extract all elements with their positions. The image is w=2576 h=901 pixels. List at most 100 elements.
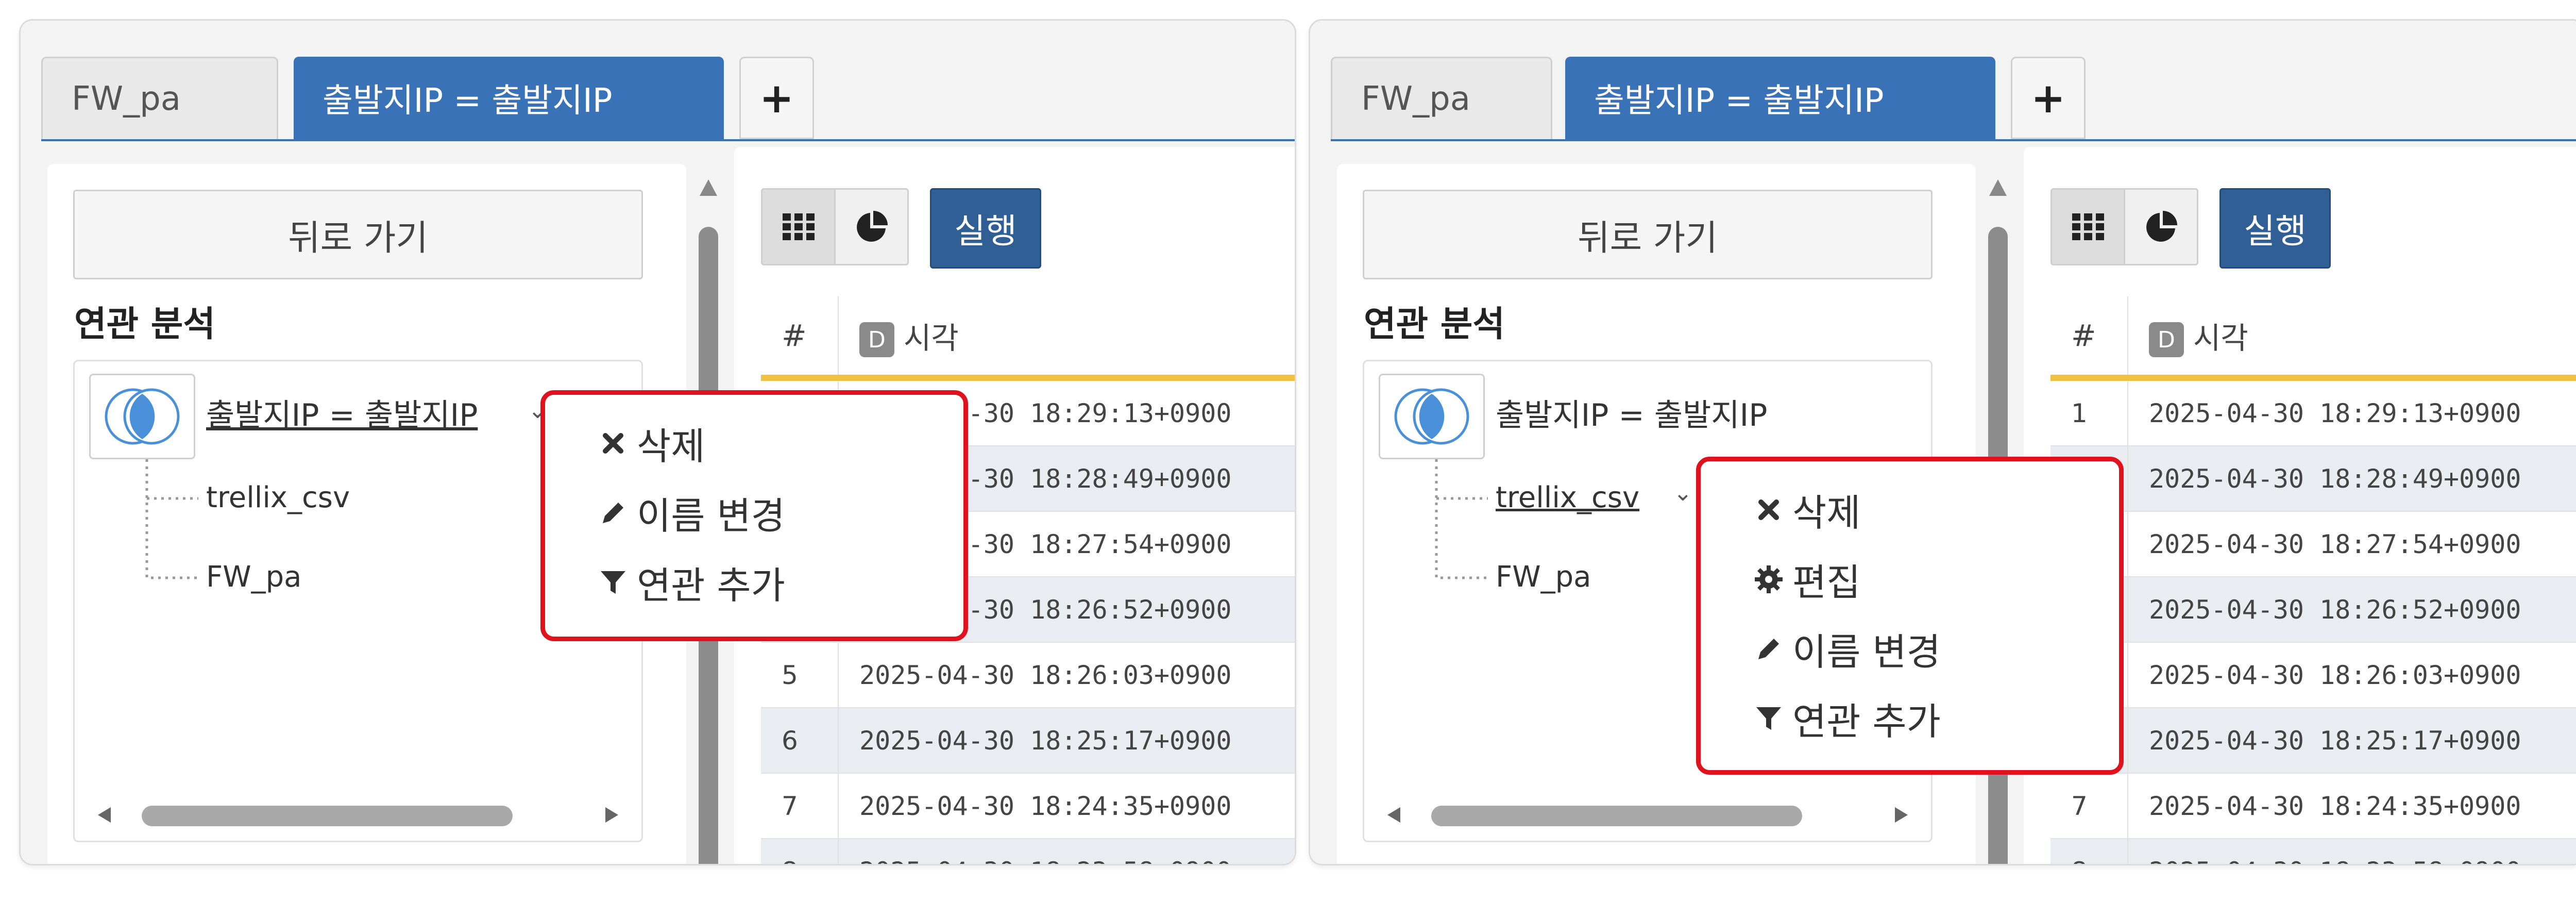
- table-row[interactable]: 12025-04-30 18:29:13+0900: [2050, 378, 2576, 446]
- correlation-panel-2: FW_pa 출발지IP = 출발지IP + 뒤로 가기 연관 분석 출발지IP …: [1309, 19, 2576, 865]
- tab-correlation[interactable]: 출발지IP = 출발지IP: [294, 57, 724, 139]
- grid-view-button[interactable]: [2050, 188, 2125, 265]
- menu-item-rename[interactable]: 이름 변경: [1701, 614, 2119, 683]
- back-button[interactable]: 뒤로 가기: [73, 190, 643, 279]
- filter-icon: [1752, 704, 1785, 733]
- tree-root-label[interactable]: 출발지IP = 출발지IP: [206, 390, 478, 435]
- scroll-right-icon[interactable]: [600, 805, 621, 825]
- scroll-right-icon[interactable]: [1890, 805, 1910, 825]
- table-row[interactable]: 62025-04-30 18:25:17+0900: [2050, 708, 2576, 774]
- section-title: 연관 분석: [1364, 304, 1505, 345]
- tab-fw-pa[interactable]: FW_pa: [41, 57, 278, 139]
- row-index: 1: [2050, 378, 2128, 446]
- row-index: 7: [2050, 773, 2128, 839]
- menu-item-edit[interactable]: 편집: [1701, 544, 2119, 614]
- run-button[interactable]: 실행: [930, 188, 1041, 269]
- chevron-down-icon[interactable]: ⌄: [1673, 480, 1692, 506]
- venn-icon[interactable]: [89, 374, 195, 459]
- table-row[interactable]: 52025-04-30 18:26:03+0900: [761, 642, 1295, 708]
- venn-icon[interactable]: [1379, 374, 1485, 459]
- gear-icon: [1752, 564, 1785, 594]
- column-header-time-label: 시각: [2193, 320, 2248, 356]
- chart-view-button[interactable]: [834, 188, 909, 265]
- pencil-icon: [597, 498, 630, 527]
- menu-item-delete[interactable]: 삭제: [1701, 475, 2119, 544]
- run-button[interactable]: 실행: [2219, 188, 2331, 269]
- row-time: 2025-04-30 18:26:03+0900: [838, 642, 1295, 708]
- tab-fw-pa[interactable]: FW_pa: [1331, 57, 1552, 139]
- tab-correlation[interactable]: 출발지IP = 출발지IP: [1565, 57, 1995, 139]
- row-time: 2025-04-30 18:24:35+0900: [838, 773, 1295, 839]
- menu-item-label: 이름 변경: [1792, 630, 1941, 674]
- scroll-thumb[interactable]: [142, 806, 513, 826]
- row-time: 2025-04-30 18:26:52+0900: [2128, 577, 2576, 643]
- scroll-thumb[interactable]: [1431, 806, 1802, 826]
- table-row[interactable]: 82025-04-30 18:23:58+0900: [761, 839, 1295, 864]
- menu-item-label: 연관 추가: [637, 564, 785, 607]
- context-menu: 삭제 편집 이름 변경 연관 추가: [1696, 457, 2124, 775]
- close-icon: [597, 430, 630, 456]
- date-type-badge: D: [859, 322, 894, 358]
- row-time: 2025-04-30 18:23:58+0900: [2128, 839, 2576, 864]
- add-tab-button[interactable]: +: [739, 57, 814, 139]
- scroll-up-icon[interactable]: [1986, 175, 2010, 201]
- menu-item-label: 삭제: [1792, 491, 1861, 535]
- row-index: 5: [761, 642, 839, 708]
- chart-view-button[interactable]: [2124, 188, 2198, 265]
- tree-connector: [145, 459, 198, 579]
- column-header-index[interactable]: #: [761, 296, 839, 381]
- horizontal-scrollbar[interactable]: [95, 799, 621, 830]
- tree-connector: [1435, 459, 1488, 579]
- menu-item-delete[interactable]: 삭제: [545, 408, 963, 478]
- menu-item-rename[interactable]: 이름 변경: [545, 478, 963, 547]
- row-time: 2025-04-30 18:25:17+0900: [838, 708, 1295, 774]
- menu-item-add-correlation[interactable]: 연관 추가: [545, 547, 963, 617]
- row-time: 2025-04-30 18:23:58+0900: [838, 839, 1295, 864]
- row-time: 2025-04-30 18:24:35+0900: [2128, 773, 2576, 839]
- pie-chart-icon: [2146, 211, 2177, 242]
- column-header-time[interactable]: D 시각: [2128, 296, 2576, 381]
- row-time: 2025-04-30 18:29:13+0900: [2128, 378, 2576, 446]
- table-row[interactable]: 42025-04-30 18:26:52+0900: [2050, 577, 2576, 643]
- scroll-up-icon[interactable]: [697, 175, 720, 201]
- menu-item-label: 편집: [1792, 561, 1861, 604]
- context-menu: 삭제 이름 변경 연관 추가: [540, 390, 968, 641]
- tab-underline: [1331, 139, 2576, 141]
- menu-item-label: 이름 변경: [637, 494, 785, 538]
- column-header-time[interactable]: D 시각: [838, 296, 1295, 381]
- grid-icon: [2072, 213, 2104, 240]
- horizontal-scrollbar[interactable]: [1385, 799, 1910, 830]
- row-time: 2025-04-30 18:27:54+0900: [2128, 511, 2576, 577]
- result-table: # D시각 12025-04-30 18:29:13+0900 22025-04…: [2050, 296, 2576, 864]
- scroll-left-icon[interactable]: [1385, 805, 1405, 825]
- add-tab-button[interactable]: +: [2011, 57, 2086, 139]
- table-row[interactable]: 32025-04-30 18:27:54+0900: [2050, 511, 2576, 577]
- row-index: 8: [2050, 839, 2128, 864]
- table-row[interactable]: 7 2025-04-30 18:24:35+0900: [2050, 773, 2576, 839]
- scroll-left-icon[interactable]: [95, 805, 116, 825]
- tab-bar: FW_pa 출발지IP = 출발지IP +: [1310, 37, 2576, 140]
- table-row[interactable]: 62025-04-30 18:25:17+0900: [761, 708, 1295, 774]
- tree-child-trellix[interactable]: trellix_csv: [1496, 481, 1639, 514]
- table-row[interactable]: 52025-04-30 18:26:03+0900: [2050, 642, 2576, 708]
- table-row[interactable]: 22025-04-30 18:28:49+0900: [2050, 446, 2576, 512]
- menu-item-add-correlation[interactable]: 연관 추가: [1701, 683, 2119, 753]
- correlation-panel-1: FW_pa 출발지IP = 출발지IP + 뒤로 가기 연관 분석 출발지IP …: [19, 19, 1296, 865]
- tab-underline: [41, 139, 1295, 141]
- tree-child-fw-pa[interactable]: FW_pa: [1496, 560, 1591, 594]
- tree-root-label[interactable]: 출발지IP = 출발지IP: [1496, 390, 1767, 435]
- menu-item-label: 연관 추가: [1792, 700, 1941, 743]
- back-button[interactable]: 뒤로 가기: [1363, 190, 1933, 279]
- table-row[interactable]: 82025-04-30 18:23:58+0900: [2050, 839, 2576, 864]
- row-index: 8: [761, 839, 839, 864]
- tree-child-fw-pa[interactable]: FW_pa: [206, 560, 301, 594]
- menu-item-label: 삭제: [637, 425, 705, 468]
- pie-chart-icon: [856, 211, 888, 242]
- grid-view-button[interactable]: [761, 188, 836, 265]
- section-title: 연관 분석: [74, 304, 215, 345]
- column-header-index[interactable]: #: [2050, 296, 2128, 381]
- tree-child-trellix[interactable]: trellix_csv: [206, 481, 350, 514]
- table-row[interactable]: 7 2025-04-30 18:24:35+0900: [761, 773, 1295, 839]
- row-time: 2025-04-30 18:28:49+0900: [2128, 446, 2576, 512]
- tab-bar: FW_pa 출발지IP = 출발지IP +: [21, 37, 1295, 140]
